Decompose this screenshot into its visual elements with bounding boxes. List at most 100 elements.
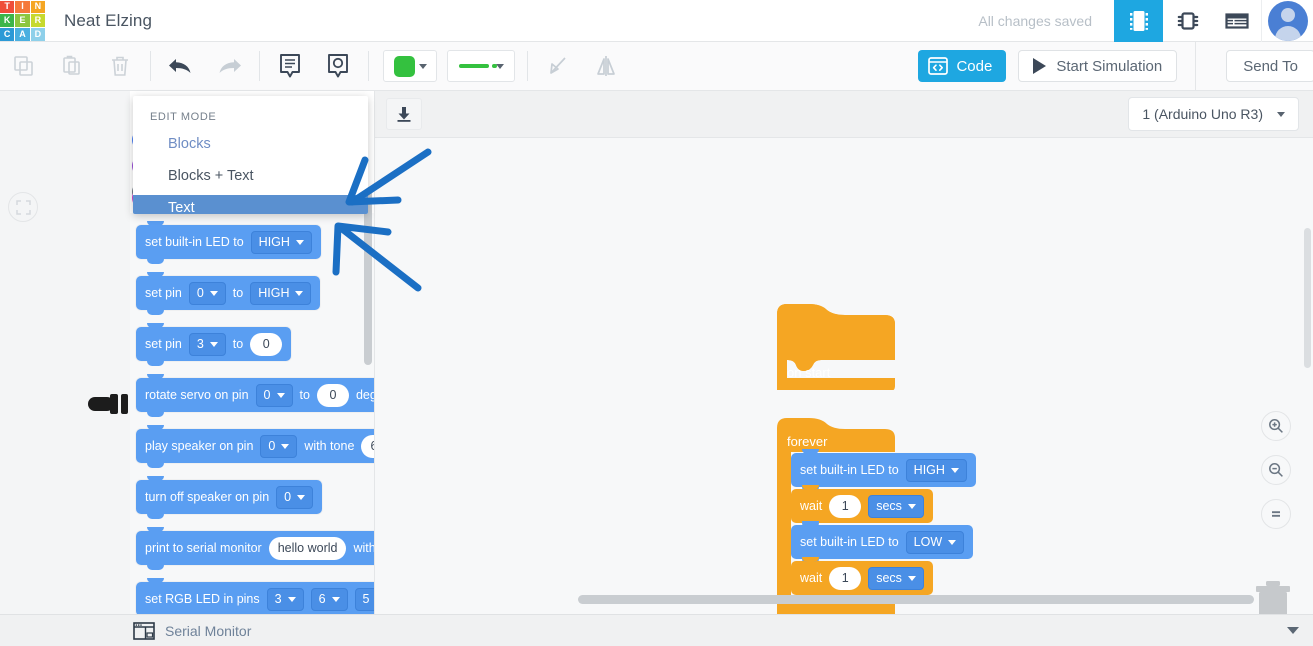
serial-monitor-toggle[interactable]: Serial Monitor [133, 621, 251, 640]
zoom-in-button[interactable] [1261, 411, 1291, 441]
serial-monitor-icon [133, 621, 155, 640]
fill-color-swatch [393, 55, 415, 77]
user-avatar-container[interactable] [1261, 0, 1313, 42]
block-text: set built-in LED to [800, 535, 899, 549]
block-dropdown[interactable]: 0 [260, 434, 298, 458]
block-notch [802, 449, 819, 454]
logo-tile-a: A [15, 27, 30, 41]
script-block-wait-1-secs-a[interactable]: wait 1 secs [791, 485, 933, 528]
chevron-down-icon [950, 467, 959, 473]
block-text: rotate servo on pin [145, 388, 249, 402]
send-to-button[interactable]: Send To [1226, 50, 1313, 82]
tinkercad-logo[interactable]: TIN KER CAD [0, 0, 46, 42]
palette-block-set-rgb-led[interactable]: set RGB LED in pins 3 6 5 [136, 578, 374, 614]
palette-block-set-built-in-led[interactable]: set built-in LED to HIGH [136, 221, 321, 264]
chevron-down-icon [297, 494, 306, 500]
palette-block-turn-off-speaker[interactable]: turn off speaker on pin 0 [136, 476, 323, 519]
copy-button[interactable] [0, 42, 48, 91]
toolbar-divider [259, 51, 260, 81]
block-dropdown[interactable]: secs [868, 566, 924, 590]
collapse-panel-chevron-icon[interactable] [1287, 627, 1299, 634]
palette-block-set-pin-analog[interactable]: set pin 3 to 0 [136, 323, 292, 366]
notes-icon[interactable] [266, 42, 314, 91]
block-dropdown[interactable]: LOW [905, 530, 965, 554]
chevron-down-icon [907, 575, 916, 581]
block-dropdown-value: 3 [196, 337, 204, 351]
edit-mode-item-blocks-text[interactable]: Blocks + Text [133, 163, 368, 189]
board-selector-label: 1 (Arduino Uno R3) [1142, 106, 1263, 122]
annotation-icon[interactable] [314, 42, 362, 91]
download-button[interactable] [386, 98, 422, 130]
logo-tile-d: D [30, 27, 45, 41]
script-block-set-built-in-led-high[interactable]: set built-in LED to HIGH [791, 449, 976, 492]
undo-button[interactable] [157, 42, 205, 91]
code-button-label: Code [956, 57, 993, 75]
canvas-body[interactable]: on start forever set built-in LED to HIGH w… [375, 138, 1313, 632]
list-view-icon[interactable] [1212, 0, 1261, 42]
redo-button[interactable] [205, 42, 253, 91]
block-dropdown-value: secs [876, 571, 902, 585]
component-drag-handle[interactable] [88, 392, 130, 416]
block-input-field[interactable]: 1 [829, 566, 862, 590]
block-input-field[interactable]: 0 [250, 332, 283, 356]
block-dropdown[interactable]: 0 [188, 281, 226, 305]
chevron-down-icon [331, 596, 340, 602]
palette-blocks-list[interactable]: set built-in LED to HIGH set pin 0 to HIGH set… [130, 213, 375, 614]
bottom-bar: Serial Monitor [0, 614, 1313, 646]
palette-block-print-serial-monitor[interactable]: print to serial monitor hello world with [136, 527, 375, 570]
avatar[interactable] [1267, 0, 1308, 41]
block-dropdown[interactable]: secs [868, 494, 924, 518]
script-block-set-built-in-led-low[interactable]: set built-in LED to LOW [791, 521, 974, 564]
block-input-field[interactable]: 1 [829, 494, 862, 518]
block-dropdown[interactable]: 0 [255, 383, 293, 407]
line-style-picker[interactable] [447, 50, 515, 82]
block-dropdown[interactable]: HIGH [250, 281, 312, 305]
block-text: with [353, 541, 375, 555]
block-text: wait [800, 499, 823, 513]
block-dropdown[interactable]: 5 [354, 587, 374, 611]
paste-button[interactable] [48, 42, 96, 91]
code-canvas[interactable]: 1 (Arduino Uno R3) on start forever set b… [375, 91, 1313, 632]
block-dropdown-value: 6 [318, 592, 326, 606]
edit-mode-dropdown[interactable]: EDIT MODE Blocks Blocks + Text Text [133, 96, 368, 214]
block-dropdown-value: LOW [913, 535, 943, 549]
block-input-field[interactable]: 60 [361, 434, 374, 458]
block-notch [802, 485, 819, 490]
zoom-fit-button[interactable] [1261, 499, 1291, 529]
palette-block-rotate-servo[interactable]: rotate servo on pin 0 to 0 degrees [136, 374, 375, 417]
board-selector[interactable]: 1 (Arduino Uno R3) [1128, 97, 1299, 131]
block-dropdown[interactable]: 3 [188, 332, 226, 356]
edit-mode-item-blocks[interactable]: Blocks [133, 131, 368, 157]
canvas-vertical-scrollbar[interactable] [1304, 228, 1311, 368]
block-dropdown[interactable]: HIGH [905, 458, 967, 482]
fill-color-picker[interactable] [383, 50, 437, 82]
chevron-down-icon [907, 503, 916, 509]
block-dropdown[interactable]: HIGH [250, 230, 312, 254]
zoom-to-fit-button[interactable] [8, 192, 38, 222]
palette-block-set-pin-digital[interactable]: set pin 0 to HIGH [136, 272, 321, 315]
block-dropdown[interactable]: 6 [310, 587, 348, 611]
components-icon[interactable] [1163, 0, 1212, 42]
block-dropdown-value: 0 [284, 490, 292, 504]
save-status: All changes saved [978, 12, 1092, 29]
zoom-out-button[interactable] [1261, 455, 1291, 485]
chevron-down-icon [295, 290, 304, 296]
delete-button[interactable] [96, 42, 144, 91]
start-simulation-button[interactable]: Start Simulation [1018, 50, 1178, 82]
block-text: degrees [355, 388, 375, 402]
rotate-button[interactable] [534, 42, 582, 91]
code-button[interactable]: Code [918, 50, 1007, 82]
block-dropdown[interactable]: 0 [276, 485, 314, 509]
edit-mode-header: EDIT MODE [150, 111, 217, 123]
block-input-field[interactable]: 0 [316, 383, 349, 407]
edit-mode-item-text[interactable]: Text [133, 195, 368, 214]
script-block-wait-1-secs-b[interactable]: wait 1 secs [791, 557, 933, 600]
circuits-icon[interactable] [1114, 0, 1163, 42]
chevron-down-icon [495, 63, 504, 69]
mirror-button[interactable] [582, 42, 630, 91]
block-dropdown[interactable]: 3 [266, 587, 304, 611]
block-input-field[interactable]: hello world [268, 536, 347, 560]
canvas-horizontal-scrollbar[interactable] [578, 595, 1254, 604]
palette-block-play-speaker[interactable]: play speaker on pin 0 with tone 60 [136, 425, 374, 468]
edit-mode-item-list[interactable]: Blocks Blocks + Text Text [133, 131, 368, 214]
